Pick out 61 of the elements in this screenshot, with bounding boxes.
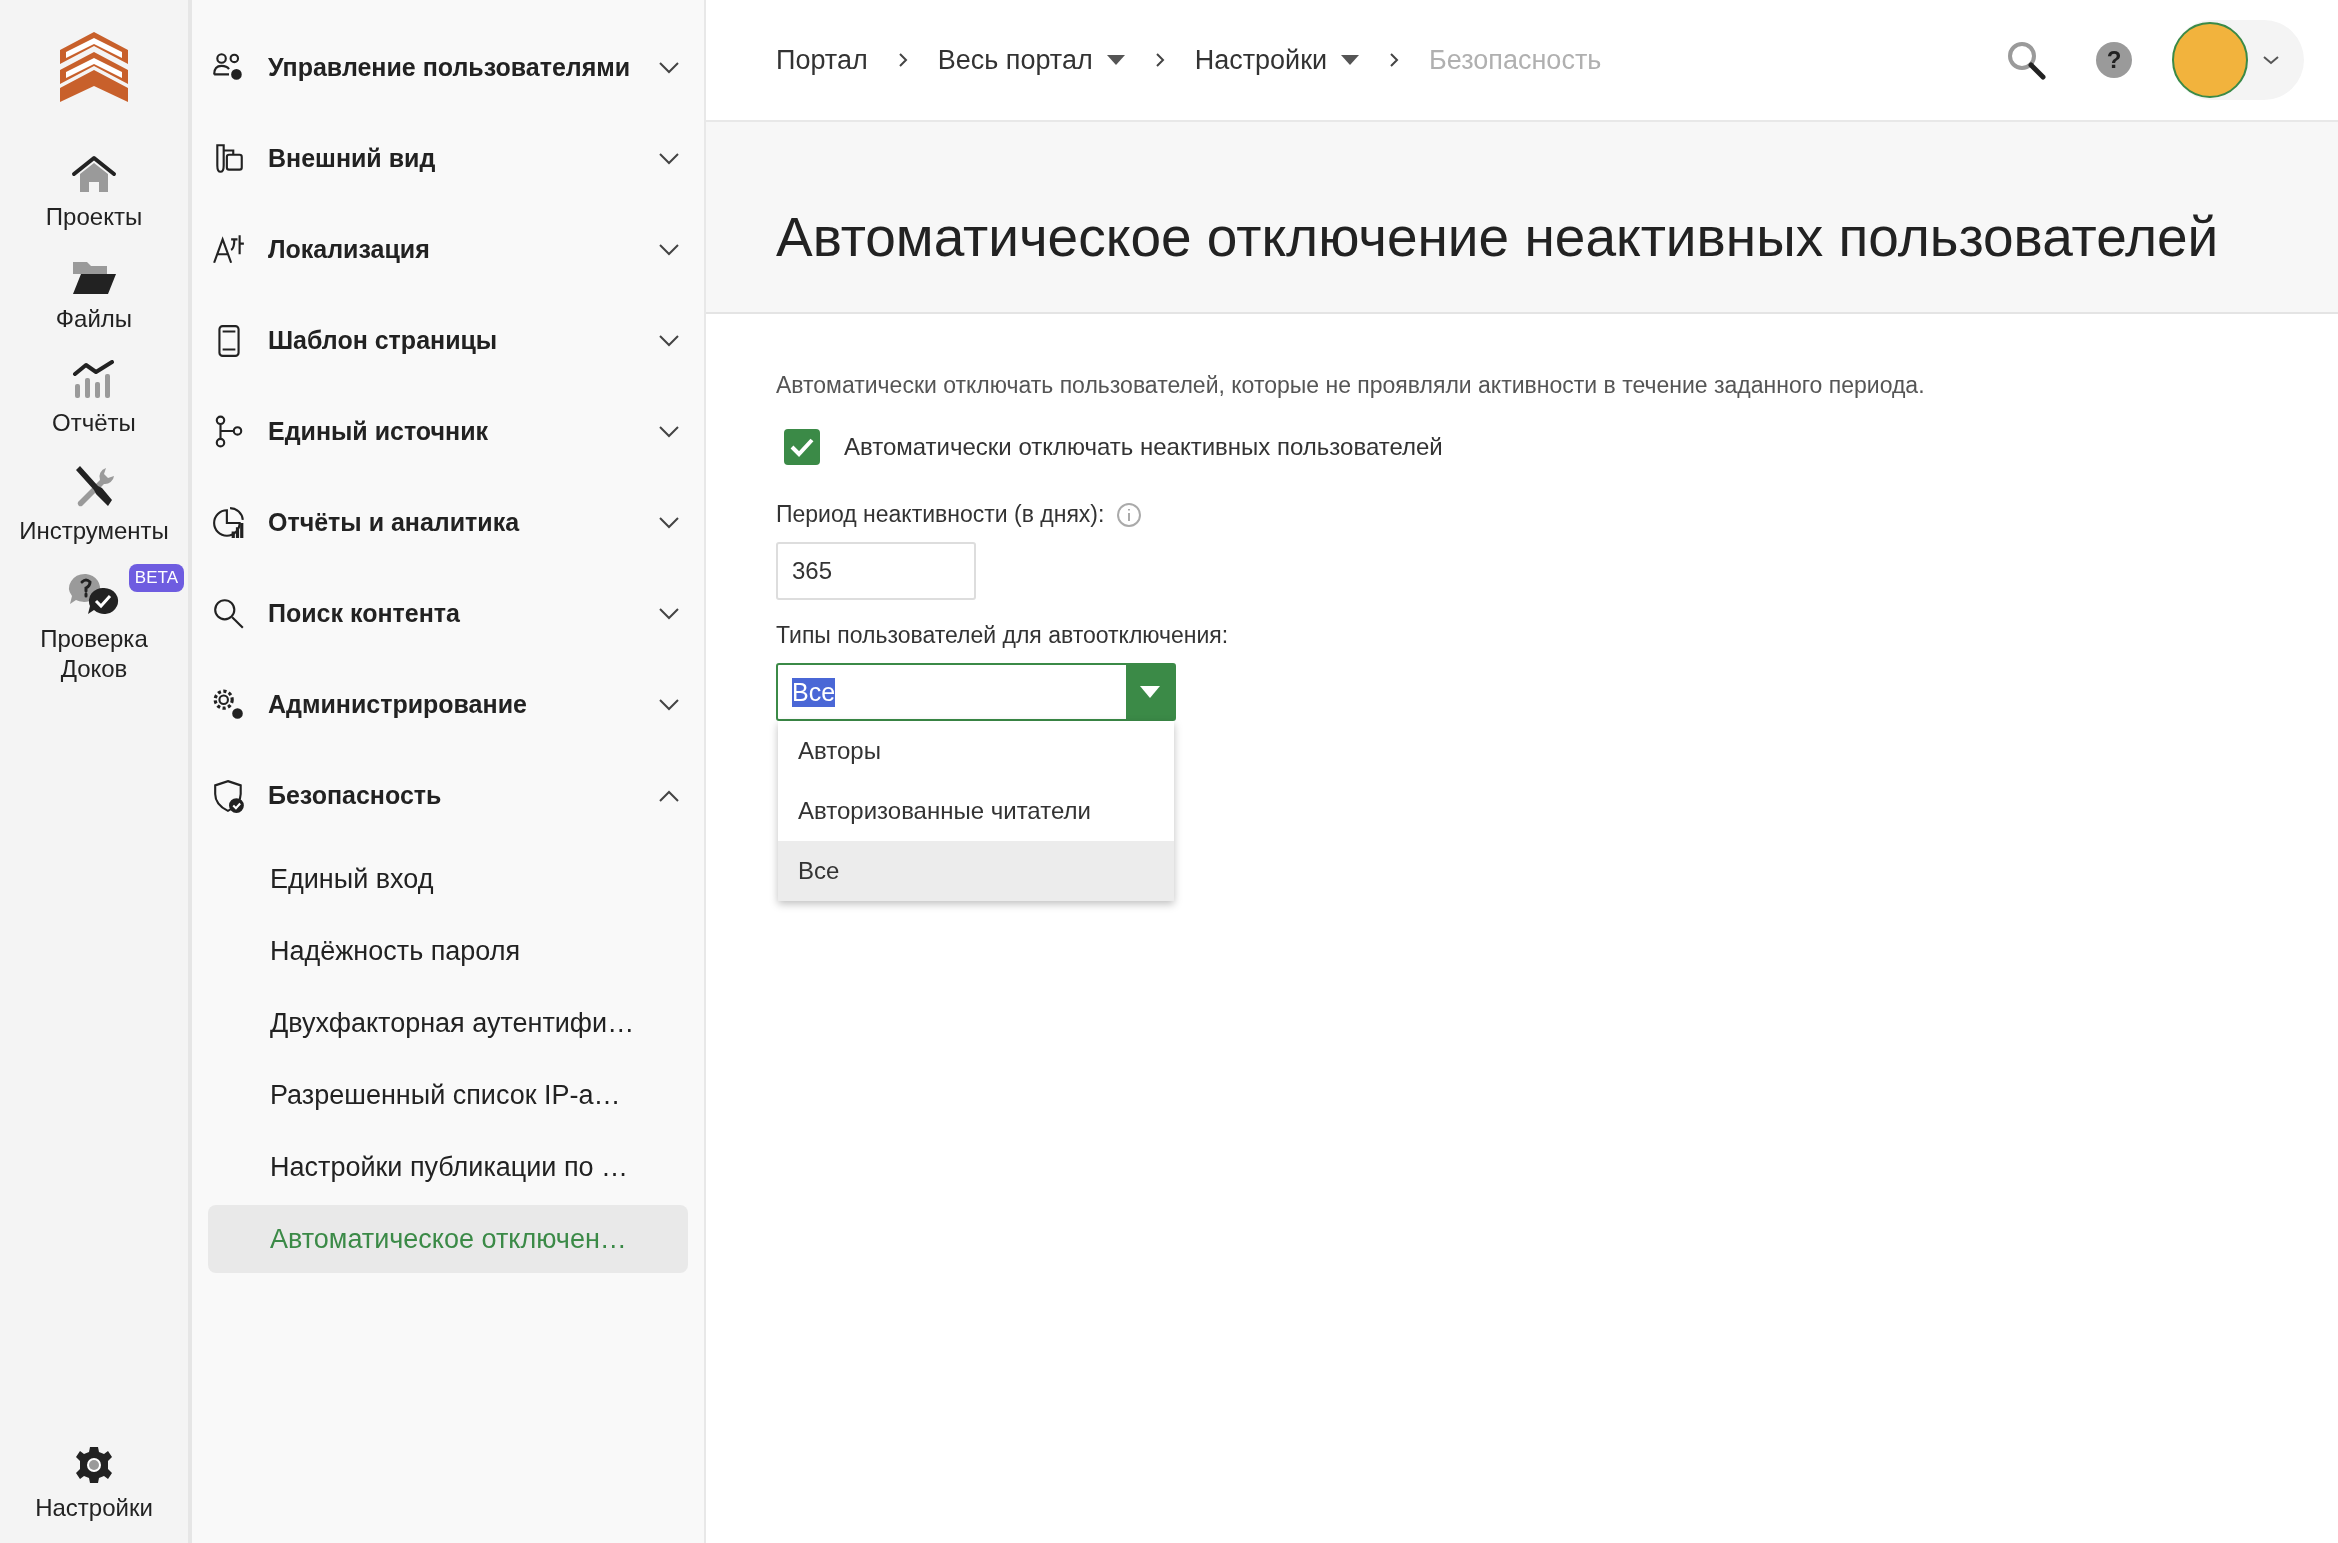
sidebar-section[interactable]: Единый источник xyxy=(268,417,636,446)
rail-item[interactable]: Инструменты xyxy=(14,516,174,546)
rail-item[interactable]: Проекты xyxy=(14,202,174,232)
shield-check-icon xyxy=(212,778,246,813)
sidebar-section[interactable]: Отчёты и аналитика xyxy=(268,508,636,537)
search-icon xyxy=(212,596,246,631)
chevron-right-icon xyxy=(897,52,908,68)
chevron-right-icon xyxy=(1154,52,1165,68)
chevron-down-icon[interactable] xyxy=(658,606,680,621)
chart-icon xyxy=(72,360,116,400)
rail-item[interactable]: Отчёты xyxy=(14,408,174,438)
field-label: Период неактивности (в днях): xyxy=(776,501,1105,528)
caret-icon[interactable] xyxy=(1341,55,1360,65)
sidebar-section[interactable]: Администрирование xyxy=(268,690,636,719)
field-label: Типы пользователей для автоотключения: xyxy=(776,622,1229,649)
search-icon[interactable] xyxy=(2006,40,2046,80)
input-field[interactable]: 365 xyxy=(776,542,976,600)
sidebar-item[interactable]: Автоматическое отключен… xyxy=(208,1205,688,1273)
beta-badge: BETA xyxy=(128,564,184,592)
rail-item[interactable]: Проверка Доков xyxy=(14,624,174,684)
checkbox-label[interactable]: Автоматически отключать неактивных пользователей xyxy=(844,433,1443,461)
sidebar-item[interactable]: Единый вход xyxy=(208,845,688,913)
pie-bars-icon xyxy=(212,505,246,540)
sidebar-item[interactable]: Настройки публикации по … xyxy=(208,1133,688,1201)
description: Автоматически отключать пользователей, которые не проявляли активности в течение заданного периода. xyxy=(776,372,1925,399)
sidebar-section[interactable]: Управление пользователями xyxy=(268,53,636,82)
chevron-down-icon[interactable] xyxy=(2262,55,2280,65)
sidebar-section[interactable]: Локализация xyxy=(268,235,636,264)
caret-icon[interactable] xyxy=(1140,686,1160,698)
sidebar-section[interactable]: Безопасность xyxy=(268,781,636,810)
sidebar-item[interactable]: Надёжность пароля xyxy=(208,917,688,985)
caret-icon[interactable] xyxy=(1106,55,1125,65)
breadcrumb-link[interactable]: Весь портал xyxy=(937,44,1125,76)
check-icon[interactable] xyxy=(789,437,815,457)
chevron-down-icon[interactable] xyxy=(658,333,680,348)
dropdown-option[interactable]: Авторизованные читатели xyxy=(778,781,1174,841)
sidebar-section[interactable]: Шаблон страницы xyxy=(268,326,636,355)
sidebar-item[interactable]: Двухфакторная аутентифи… xyxy=(208,989,688,1057)
rail-item[interactable]: Настройки xyxy=(14,1493,174,1523)
dropdown-option[interactable]: Все xyxy=(778,841,1174,901)
breadcrumb-link[interactable]: Портал xyxy=(776,44,868,76)
chevron-down-icon[interactable] xyxy=(658,242,680,257)
chevron-down-icon[interactable] xyxy=(658,151,680,166)
chevron-down-icon[interactable] xyxy=(658,515,680,530)
chevron-down-icon[interactable] xyxy=(658,424,680,439)
page-title: Автоматическое отключение неактивных пользователей xyxy=(776,205,2219,269)
chevron-down-icon[interactable] xyxy=(658,60,680,75)
settings-icon[interactable] xyxy=(74,1445,114,1485)
sidebar-section[interactable]: Поиск контента xyxy=(268,599,636,628)
rail-item[interactable]: Файлы xyxy=(14,304,174,334)
house-icon xyxy=(71,154,117,194)
chevron-down-icon[interactable] xyxy=(658,697,680,712)
chevron-right-icon xyxy=(1389,52,1400,68)
help-button[interactable]: ? xyxy=(2096,42,2132,78)
sidebar-item[interactable]: Разрешенный список IP-а… xyxy=(208,1061,688,1129)
sidebar-section[interactable]: Внешний вид xyxy=(268,144,636,173)
select-field[interactable]: Все xyxy=(776,663,1176,721)
dropdown-option[interactable]: Авторы xyxy=(778,721,1174,781)
chevron-up-icon[interactable] xyxy=(658,788,680,803)
checkbox[interactable] xyxy=(784,429,820,465)
breadcrumb-link[interactable]: Настройки xyxy=(1194,44,1360,76)
